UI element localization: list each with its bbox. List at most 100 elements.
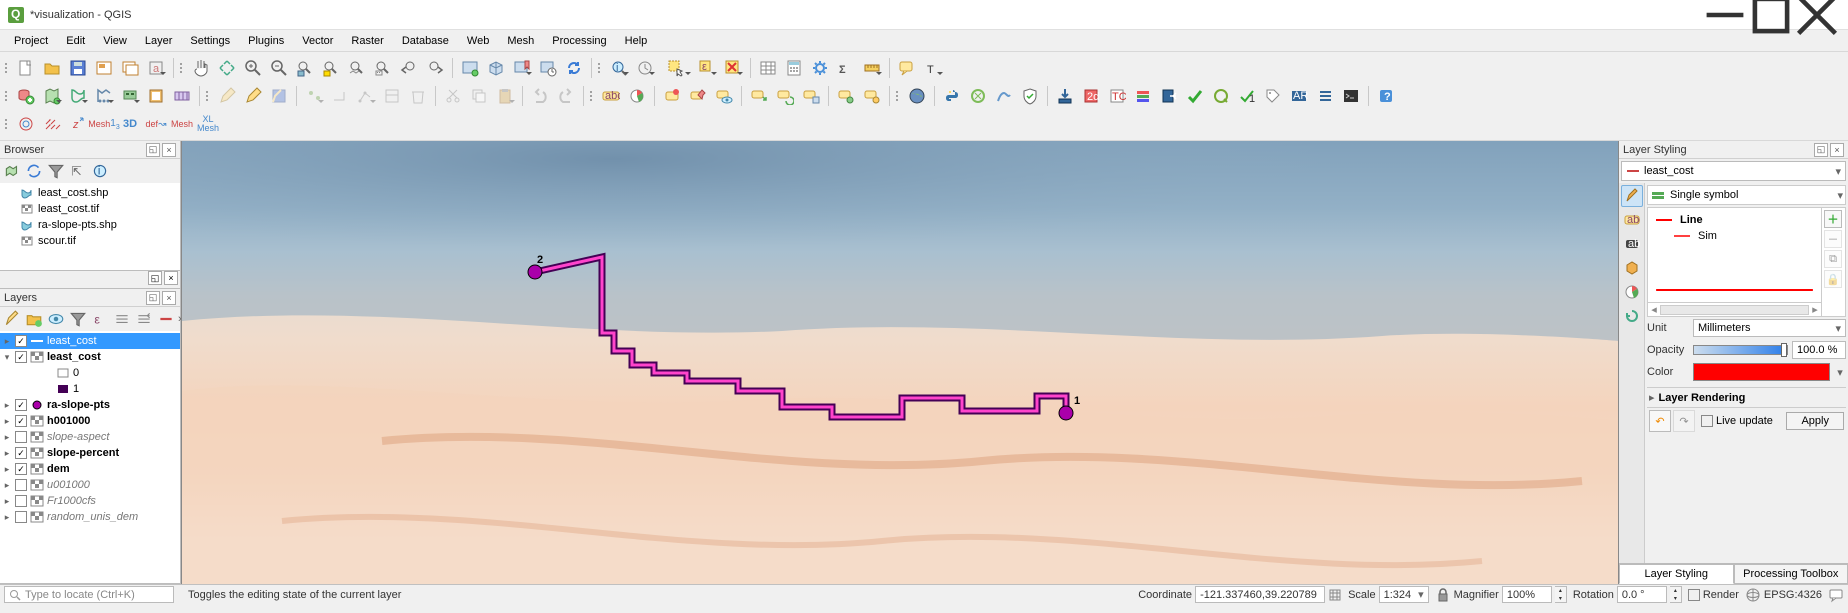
new-memory-layer-button[interactable] — [144, 84, 168, 108]
undo-button[interactable] — [528, 84, 552, 108]
zoom-to-layer-button[interactable] — [345, 56, 369, 80]
layer-visibility-checkbox[interactable] — [15, 351, 27, 363]
layer-expand-toggle[interactable]: ▸ — [2, 416, 12, 427]
measure-button[interactable] — [860, 56, 884, 80]
layer-row[interactable]: ▸u001000 — [0, 477, 180, 493]
browser-dock2-button[interactable]: ◱ — [148, 271, 162, 285]
field-calculator-button[interactable] — [782, 56, 806, 80]
rotation-field[interactable]: 0.0 ° — [1617, 586, 1667, 603]
pan-to-selection-button[interactable] — [215, 56, 239, 80]
plugin-shield-button[interactable] — [1018, 84, 1042, 108]
window-maximize-button[interactable] — [1748, 0, 1794, 30]
zoom-last-button[interactable] — [397, 56, 421, 80]
mesh-def-button[interactable]: def↝ — [144, 112, 168, 136]
pin-labels-button[interactable] — [686, 84, 710, 108]
layer-expand-toggle[interactable]: ▸ — [2, 336, 12, 347]
plugin-osm-button[interactable] — [966, 84, 990, 108]
window-close-button[interactable] — [1794, 0, 1840, 30]
layer-rendering-section[interactable]: ▸ Layer Rendering — [1647, 387, 1846, 407]
plugin-profiler-button[interactable] — [992, 84, 1016, 108]
layer-row[interactable]: ▸ra-slope-pts — [0, 397, 180, 413]
layer-expand-toggle[interactable]: ▾ — [2, 352, 12, 363]
layers-close-button[interactable]: × — [162, 291, 176, 305]
add-feature-button[interactable] — [302, 84, 326, 108]
locator-input[interactable]: Type to locate (Ctrl+K) — [4, 586, 174, 603]
paste-features-button[interactable] — [493, 84, 517, 108]
toolbar-grip[interactable] — [597, 57, 603, 79]
layer-row[interactable]: ▸least_cost — [0, 333, 180, 349]
symbol-layer-tree[interactable]: Line Sim ◂ — [1647, 207, 1846, 317]
layer-expand-toggle[interactable]: ▸ — [2, 448, 12, 459]
browser-add-button[interactable] — [2, 161, 22, 181]
cut-features-button[interactable] — [441, 84, 465, 108]
toolbar-grip[interactable] — [4, 57, 10, 79]
browser-undock-button[interactable]: ◱ — [146, 143, 160, 157]
current-edits-button[interactable] — [215, 84, 239, 108]
layers-expression-button[interactable]: ε — [90, 309, 110, 329]
show-hide-labels-button[interactable] — [712, 84, 736, 108]
menu-edit[interactable]: Edit — [58, 33, 93, 49]
layer-expand-toggle[interactable]: ▸ — [2, 512, 12, 523]
menu-vector[interactable]: Vector — [294, 33, 341, 49]
lock-symbol-layer-button[interactable]: 🔒 — [1824, 270, 1842, 288]
layer-row[interactable]: ▸random_unis_dem — [0, 509, 180, 525]
layers-style-button[interactable] — [2, 309, 22, 329]
menu-help[interactable]: Help — [617, 33, 656, 49]
new-spatialite-button[interactable] — [92, 84, 116, 108]
layers-remove-button[interactable] — [156, 309, 176, 329]
add-symbol-layer-button[interactable]: ＋ — [1824, 210, 1842, 228]
layer-visibility-checkbox[interactable] — [15, 511, 27, 523]
styling-tab-3d[interactable] — [1621, 257, 1643, 279]
styling-tab-history[interactable] — [1621, 305, 1643, 327]
toolbar-grip[interactable] — [4, 113, 10, 135]
layers-tree[interactable]: ▸least_cost▾least_cost01▸ra-slope-pts▸h0… — [0, 331, 180, 583]
lock-icon[interactable] — [1435, 587, 1451, 603]
zoom-native-button[interactable] — [371, 56, 395, 80]
save-project-button[interactable] — [66, 56, 90, 80]
toolbar-grip[interactable] — [589, 85, 595, 107]
layer-expand-toggle[interactable]: ▸ — [2, 496, 12, 507]
mesh-3d-button[interactable]: 3D — [118, 112, 142, 136]
move-feature-button[interactable] — [328, 84, 352, 108]
opacity-field[interactable]: 100.0 % — [1792, 341, 1846, 359]
zoom-full-button[interactable] — [293, 56, 317, 80]
styling-layer-selector[interactable]: least_cost ▾ — [1621, 161, 1846, 181]
statistics-button[interactable]: Σ — [834, 56, 858, 80]
plugin-tag-button[interactable] — [1261, 84, 1285, 108]
plugin-globe-button[interactable] — [905, 84, 929, 108]
menu-project[interactable]: Project — [6, 33, 56, 49]
styling-tab-diagrams[interactable] — [1621, 281, 1643, 303]
map-canvas[interactable]: 1 2 — [181, 141, 1619, 584]
coord-field[interactable]: -121.337460,39.220789 — [1195, 586, 1325, 603]
rotation-spinner[interactable]: ▴▾ — [1670, 586, 1682, 603]
layer-expand-toggle[interactable]: ▸ — [2, 464, 12, 475]
layer-row[interactable]: ▸slope-percent — [0, 445, 180, 461]
layers-visibility-button[interactable] — [46, 309, 66, 329]
layers-filter-button[interactable] — [68, 309, 88, 329]
styling-undo-button[interactable]: ↶ — [1649, 410, 1671, 432]
styling-close-button[interactable]: × — [1830, 143, 1844, 157]
menu-web[interactable]: Web — [459, 33, 497, 49]
modify-attributes-button[interactable] — [380, 84, 404, 108]
toolbar-grip[interactable] — [205, 85, 211, 107]
crs-icon[interactable] — [1745, 587, 1761, 603]
help-button[interactable]: ? — [1374, 84, 1398, 108]
layer-visibility-checkbox[interactable] — [15, 335, 27, 347]
python-console-button[interactable] — [940, 84, 964, 108]
vertex-tool-button[interactable] — [354, 84, 378, 108]
plugin-layers-button[interactable] — [1131, 84, 1155, 108]
open-project-button[interactable] — [40, 56, 64, 80]
opacity-slider[interactable] — [1693, 345, 1788, 355]
delete-selected-button[interactable] — [406, 84, 430, 108]
mesh-arrow-button[interactable]: Mesh — [170, 112, 194, 136]
open-attribute-table-button[interactable] — [756, 56, 780, 80]
apply-button[interactable]: Apply — [1786, 412, 1844, 430]
layer-visibility-checkbox[interactable] — [15, 463, 27, 475]
new-shapefile-button[interactable] — [66, 84, 90, 108]
rotate-label-button[interactable] — [773, 84, 797, 108]
browser-filter-button[interactable] — [46, 161, 66, 181]
layer-visibility-checkbox[interactable] — [15, 415, 27, 427]
plugin-list-button[interactable] — [1313, 84, 1337, 108]
menu-view[interactable]: View — [95, 33, 135, 49]
coord-toggle-icon[interactable] — [1328, 588, 1342, 602]
